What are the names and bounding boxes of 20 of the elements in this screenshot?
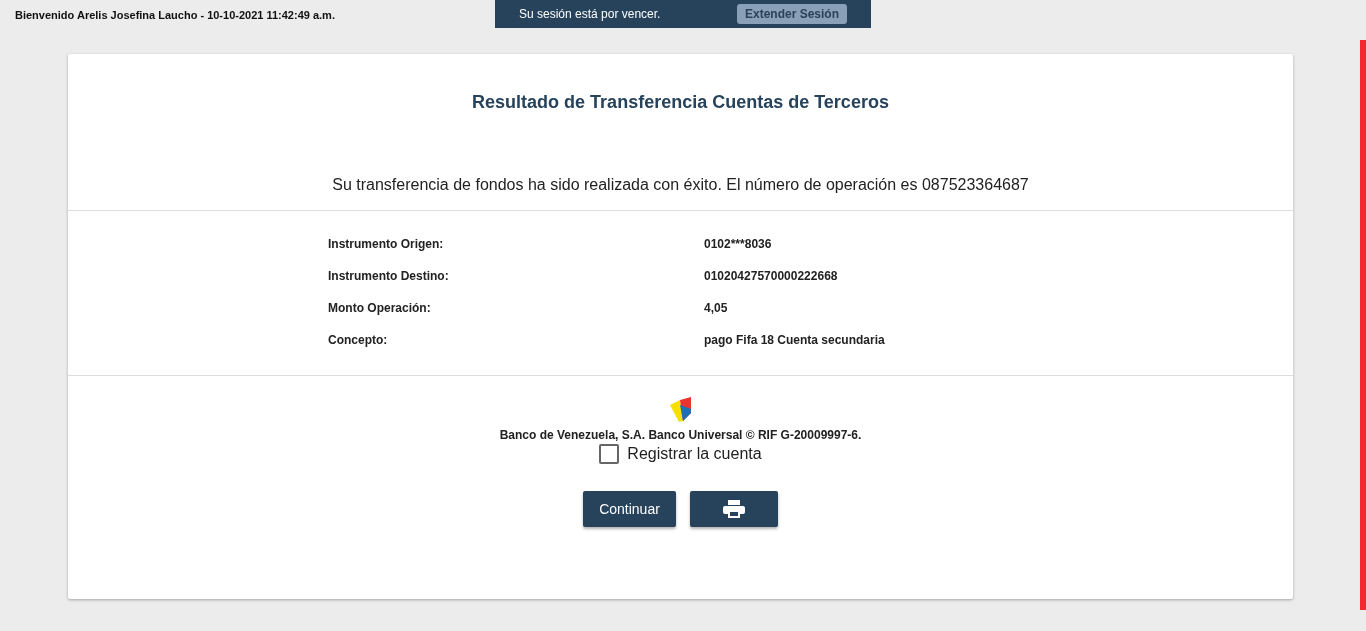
- extend-session-button[interactable]: Extender Sesión: [736, 4, 847, 24]
- detail-value: 4,05: [704, 301, 729, 315]
- detail-value: pago Fifa 18 Cuenta secundaria: [704, 333, 886, 347]
- legal-text: Banco de Venezuela, S.A. Banco Universal © RIF G-20009997-6.: [499, 428, 862, 442]
- print-button[interactable]: [689, 491, 778, 527]
- detail-label: Instrumento Origen:: [328, 237, 445, 251]
- session-message: Su sesión está por vencer.: [519, 7, 661, 21]
- register-checkbox[interactable]: [599, 444, 620, 464]
- continue-button[interactable]: Continuar: [583, 491, 676, 527]
- printer-icon: [722, 500, 745, 518]
- detail-label: Instrumento Destino:: [328, 269, 450, 283]
- register-label[interactable]: Registrar la cuenta: [627, 445, 762, 463]
- page-title: Resultado de Transferencia Cuentas de Terceros: [471, 91, 890, 114]
- detail-label: Concepto:: [328, 333, 389, 347]
- welcome-text: Bienvenido Arelis Josefina Laucho - 10-10-2021 11:42:49 a.m.: [15, 9, 335, 21]
- success-message: Su transferencia de fondos ha sido realizada con éxito. El número de operación es 087523364687: [331, 175, 1030, 195]
- bank-logo-icon: [669, 397, 692, 422]
- detail-value: 01020427570000222668: [704, 269, 839, 283]
- detail-label: Monto Operación:: [328, 301, 432, 315]
- detail-value: 0102***8036: [704, 237, 773, 251]
